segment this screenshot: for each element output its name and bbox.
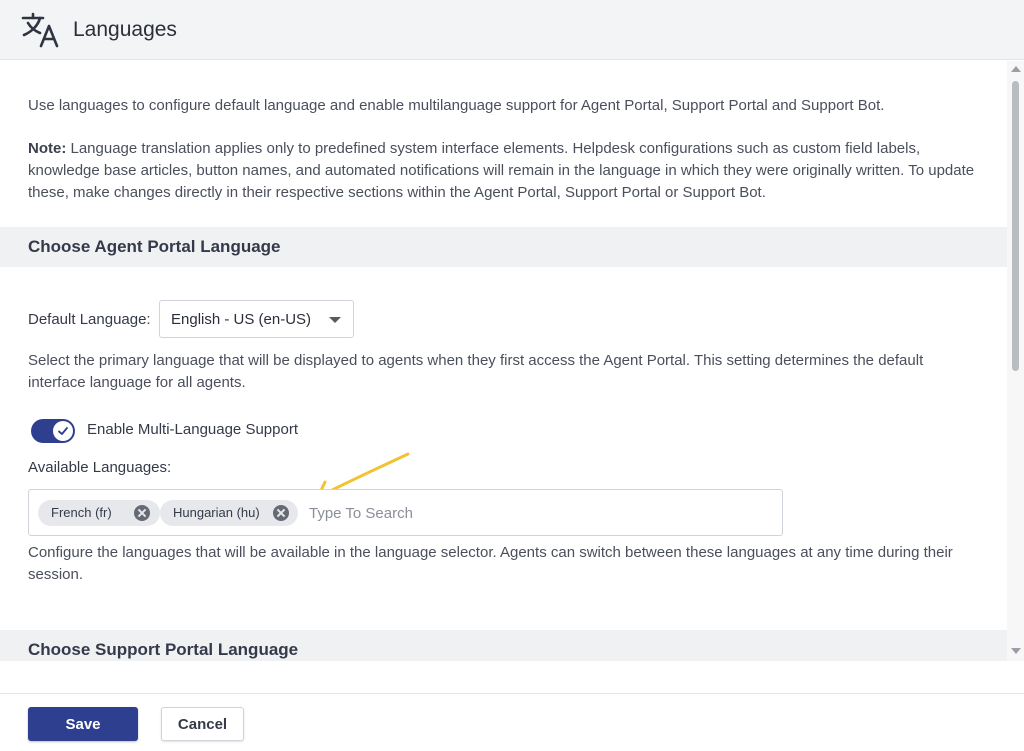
default-language-value: English - US (en-US) bbox=[171, 311, 312, 328]
page-footer: Save Cancel bbox=[0, 693, 1024, 751]
chevron-down-icon bbox=[329, 317, 341, 323]
page-header: Languages bbox=[0, 0, 1024, 60]
scroll-up-icon[interactable] bbox=[1011, 66, 1021, 72]
multi-language-label: Enable Multi-Language Support bbox=[87, 421, 298, 438]
language-chip-french: French (fr) bbox=[38, 500, 160, 526]
default-language-help: Select the primary language that will be… bbox=[28, 352, 924, 391]
translate-icon bbox=[21, 12, 59, 48]
available-languages-label: Available Languages: bbox=[28, 459, 172, 476]
intro-text: Use languages to configure default langu… bbox=[28, 97, 885, 114]
note-text: Note: Language translation applies only … bbox=[28, 138, 988, 204]
multi-language-toggle[interactable] bbox=[31, 419, 75, 443]
remove-chip-icon[interactable] bbox=[273, 505, 289, 521]
check-icon bbox=[58, 427, 68, 435]
agent-portal-section-header: Choose Agent Portal Language bbox=[0, 227, 1007, 267]
support-portal-section-header: Choose Support Portal Language bbox=[0, 630, 1007, 661]
language-chip-hungarian: Hungarian (hu) bbox=[160, 500, 298, 526]
default-language-select[interactable]: English - US (en-US) bbox=[159, 300, 354, 338]
available-languages-selector[interactable]: French (fr) Hungarian (hu) bbox=[28, 489, 783, 536]
default-language-label: Default Language: bbox=[28, 311, 151, 328]
remove-chip-icon[interactable] bbox=[134, 505, 150, 521]
note-label: Note: bbox=[28, 140, 67, 157]
save-button[interactable]: Save bbox=[28, 707, 138, 741]
available-languages-help: Configure the languages that will be ava… bbox=[28, 544, 953, 583]
scroll-down-icon[interactable] bbox=[1011, 648, 1021, 654]
note-body: Language translation applies only to pre… bbox=[28, 140, 975, 201]
vertical-scrollbar[interactable] bbox=[1007, 61, 1024, 661]
support-portal-section-title: Choose Support Portal Language bbox=[28, 640, 299, 659]
chip-label: Hungarian (hu) bbox=[173, 505, 260, 520]
toggle-knob bbox=[53, 421, 73, 441]
chip-label: French (fr) bbox=[51, 505, 112, 520]
language-search-input[interactable] bbox=[309, 500, 749, 526]
page-title: Languages bbox=[73, 18, 177, 41]
scroll-thumb[interactable] bbox=[1012, 81, 1019, 371]
cancel-button[interactable]: Cancel bbox=[161, 707, 244, 741]
settings-content: Use languages to configure default langu… bbox=[0, 61, 1007, 661]
agent-portal-section-title: Choose Agent Portal Language bbox=[28, 237, 281, 256]
